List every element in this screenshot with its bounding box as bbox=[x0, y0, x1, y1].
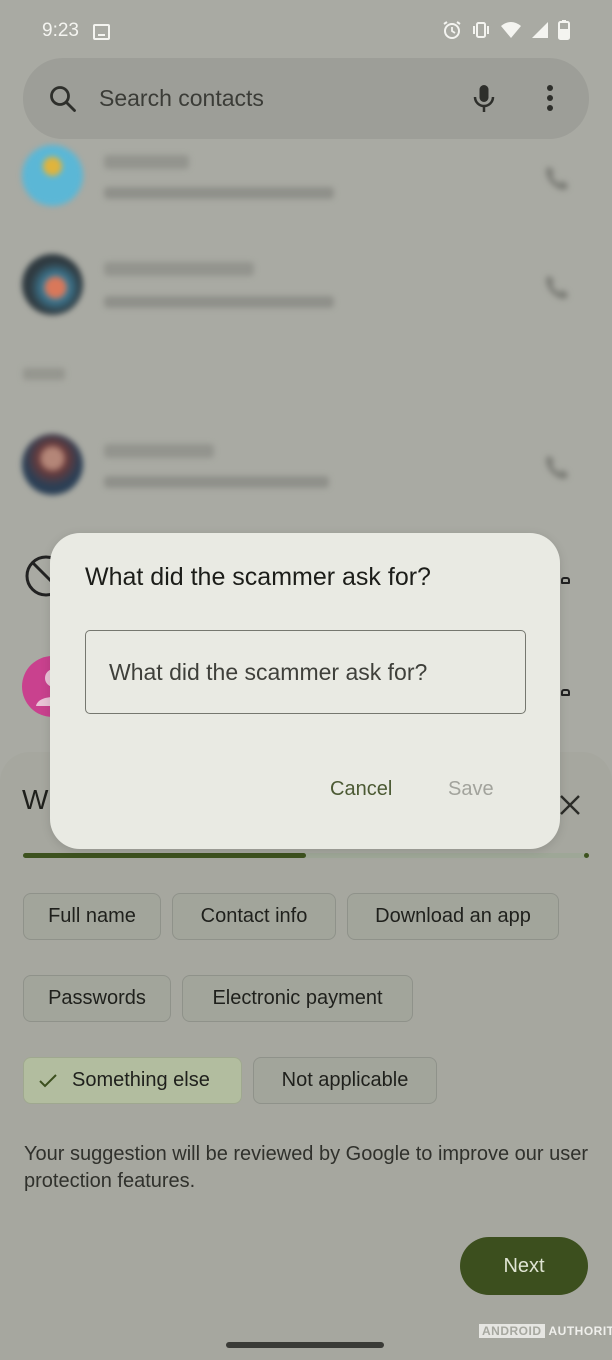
watermark: ANDROID AUTHORITY bbox=[479, 1324, 612, 1338]
search-input[interactable]: Search contacts bbox=[99, 85, 264, 112]
chip-electronic-payment[interactable]: Electronic payment bbox=[182, 975, 413, 1022]
chip-label: Electronic payment bbox=[212, 987, 383, 1009]
alarm-icon bbox=[443, 21, 461, 39]
close-icon[interactable] bbox=[558, 793, 582, 817]
save-button[interactable]: Save bbox=[448, 778, 494, 801]
mic-icon[interactable] bbox=[472, 84, 496, 114]
chip-passwords[interactable]: Passwords bbox=[23, 975, 171, 1022]
progress-bar bbox=[23, 853, 589, 858]
progress-end-dot bbox=[584, 853, 589, 858]
phone-icon[interactable] bbox=[543, 272, 573, 302]
call-details-blurred bbox=[104, 476, 329, 488]
chip-not-applicable[interactable]: Not applicable bbox=[253, 1057, 437, 1104]
cancel-button[interactable]: Cancel bbox=[330, 778, 392, 801]
contact-avatar bbox=[22, 145, 83, 206]
phone-icon[interactable] bbox=[543, 163, 573, 193]
chip-label: Not applicable bbox=[281, 1069, 409, 1091]
status-bar: 9:23 bbox=[0, 0, 612, 60]
chip-label: Passwords bbox=[48, 987, 146, 1009]
chip-label: Something else bbox=[72, 1069, 210, 1091]
contact-name-blurred bbox=[104, 444, 214, 458]
battery-icon bbox=[558, 20, 570, 40]
contact-avatar bbox=[22, 254, 83, 315]
status-icons bbox=[442, 20, 570, 40]
search-icon[interactable] bbox=[48, 84, 78, 114]
call-log-row[interactable] bbox=[0, 254, 612, 334]
chip-download-app[interactable]: Download an app bbox=[347, 893, 559, 940]
chip-label: Full name bbox=[48, 905, 136, 927]
disclaimer-text: Your suggestion will be reviewed by Goog… bbox=[24, 1143, 589, 1192]
watermark-brand: ANDROID bbox=[479, 1324, 545, 1338]
contact-avatar bbox=[22, 434, 83, 495]
contact-name-blurred bbox=[104, 155, 189, 169]
chip-label: Download an app bbox=[375, 905, 531, 927]
check-icon bbox=[39, 1073, 57, 1087]
call-type-icon bbox=[561, 689, 570, 696]
progress-fill bbox=[23, 853, 306, 858]
more-vert-icon[interactable] bbox=[542, 84, 558, 114]
call-log-row[interactable] bbox=[0, 145, 612, 225]
status-time: 9:23 bbox=[42, 20, 79, 41]
call-details-blurred bbox=[104, 296, 334, 308]
chip-label: Contact info bbox=[200, 905, 308, 927]
call-log-row[interactable] bbox=[0, 434, 612, 514]
cellular-signal-icon bbox=[532, 22, 548, 38]
wifi-icon bbox=[501, 22, 521, 38]
phone-icon[interactable] bbox=[543, 452, 573, 482]
dialog-title: What did the scammer ask for? bbox=[85, 563, 431, 591]
next-button[interactable]: Next bbox=[460, 1237, 588, 1295]
chip-contact-info[interactable]: Contact info bbox=[172, 893, 336, 940]
vibrate-icon bbox=[473, 22, 489, 38]
scammer-request-input[interactable] bbox=[85, 630, 526, 714]
gesture-nav-handle[interactable] bbox=[226, 1342, 384, 1348]
call-type-icon bbox=[561, 577, 570, 584]
section-header-blurred bbox=[23, 368, 65, 380]
chip-full-name[interactable]: Full name bbox=[23, 893, 161, 940]
chip-something-else[interactable]: Something else bbox=[23, 1057, 242, 1104]
scammer-request-dialog: What did the scammer ask for? Cancel Sav… bbox=[50, 533, 560, 849]
sheet-title: W bbox=[22, 784, 49, 815]
contact-name-blurred bbox=[104, 262, 254, 276]
watermark-brand-suffix: AUTHORITY bbox=[548, 1324, 612, 1338]
image-notification-icon bbox=[93, 24, 110, 40]
call-details-blurred bbox=[104, 187, 334, 199]
